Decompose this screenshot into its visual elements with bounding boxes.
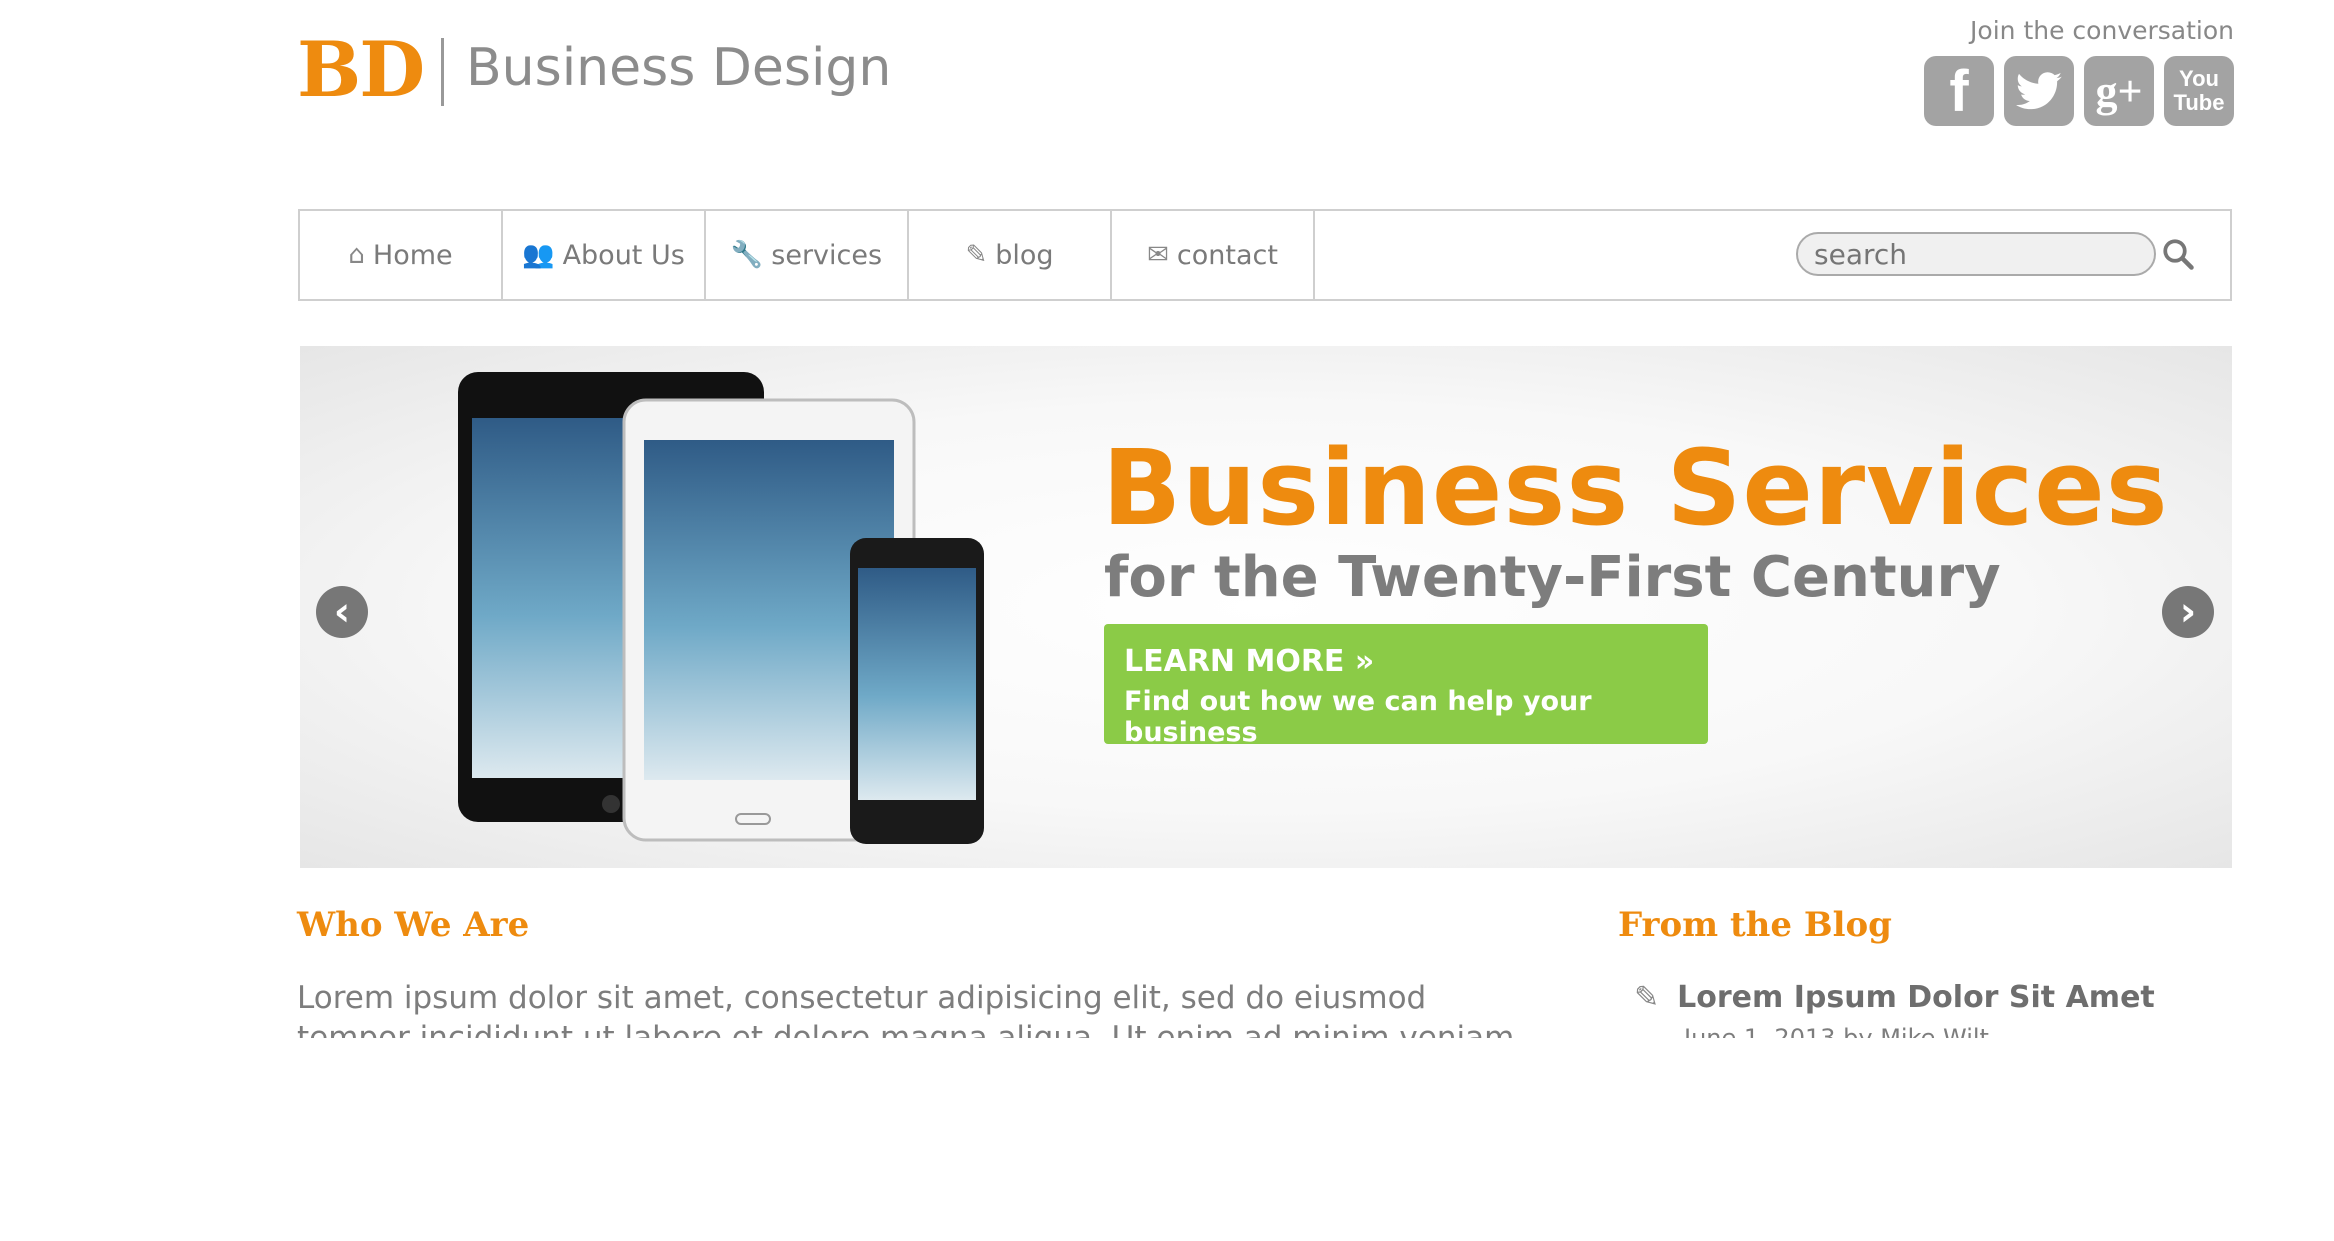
who-we-are-text: Lorem ipsum dolor sit amet, consectetur … [297,980,1515,1038]
search-icon[interactable] [2160,236,2196,272]
pencil-icon: ✎ [1634,980,1660,1015]
wrench-icon: 🔧 [730,240,764,270]
nav-item-label: Home [372,239,453,271]
logo-divider [441,38,444,106]
twitter-bird-icon [2016,72,2062,110]
youtube-icon-top: You [2179,66,2219,91]
nav-item-label: services [771,239,883,271]
hero-slider: ‹ › Business Services for the Twenty-Fir… [300,346,2232,868]
home-icon: ⌂ [348,240,365,270]
nav-item-contact[interactable]: ✉ contact [1112,211,1315,299]
nav-item-home[interactable]: ⌂ Home [300,211,503,299]
envelope-icon: ✉ [1147,240,1169,270]
pencil-icon: ✎ [965,240,988,270]
google-plus-icon[interactable]: g+ [2084,56,2154,126]
learn-more-button[interactable]: LEARN MORE » Find out how we can help yo… [1104,624,1708,748]
from-the-blog-heading: From the Blog [1618,905,1892,945]
nav-item-about-us[interactable]: 👥 About Us [503,211,706,299]
hero-subtitle: for the Twenty-First Century [1104,545,2001,610]
cta-title: LEARN MORE » [1124,644,1375,679]
hero-title: Business Services [1102,427,2169,549]
blog-post-meta: June 1, 2013 by Mike Wilt [1684,1024,1989,1038]
who-we-are-heading: Who We Are [297,905,530,945]
youtube-icon[interactable]: You Tube [2164,56,2234,126]
nav-item-label: About Us [562,239,685,271]
nav-item-services[interactable]: 🔧 services [706,211,909,299]
main-nav: ⌂ Home 👥 About Us 🔧 services ✎ blog ✉ co… [298,209,2232,301]
slider-prev-arrow-icon[interactable]: ‹ [316,586,368,638]
nav-item-label: contact [1176,239,1278,271]
site-title[interactable]: Business Design [466,42,891,94]
nav-item-blog[interactable]: ✎ blog [909,211,1112,299]
search-box [1796,232,2196,276]
join-conversation-label: Join the conversation [1970,16,2234,45]
users-icon: 👥 [522,240,555,270]
logo-mark[interactable]: BD [297,32,425,108]
slider-next-arrow-icon[interactable]: › [2162,586,2214,638]
twitter-icon[interactable] [2004,56,2074,126]
youtube-icon-bottom: Tube [2173,90,2225,115]
search-input[interactable] [1796,232,2156,276]
devices-illustration [458,372,984,844]
social-links: f g+ You Tube [1924,56,2234,126]
page: BD Business Design Join the conversation… [0,0,2334,1241]
cta-text: Find out how we can help your business [1124,686,1592,748]
facebook-icon[interactable]: f [1924,56,1994,126]
blog-post-item[interactable]: ✎ Lorem Ipsum Dolor Sit Amet June 1, 2013… [1634,978,2234,1038]
blog-post-title[interactable]: Lorem Ipsum Dolor Sit Amet [1677,980,2155,1015]
nav-item-label: blog [995,239,1054,271]
